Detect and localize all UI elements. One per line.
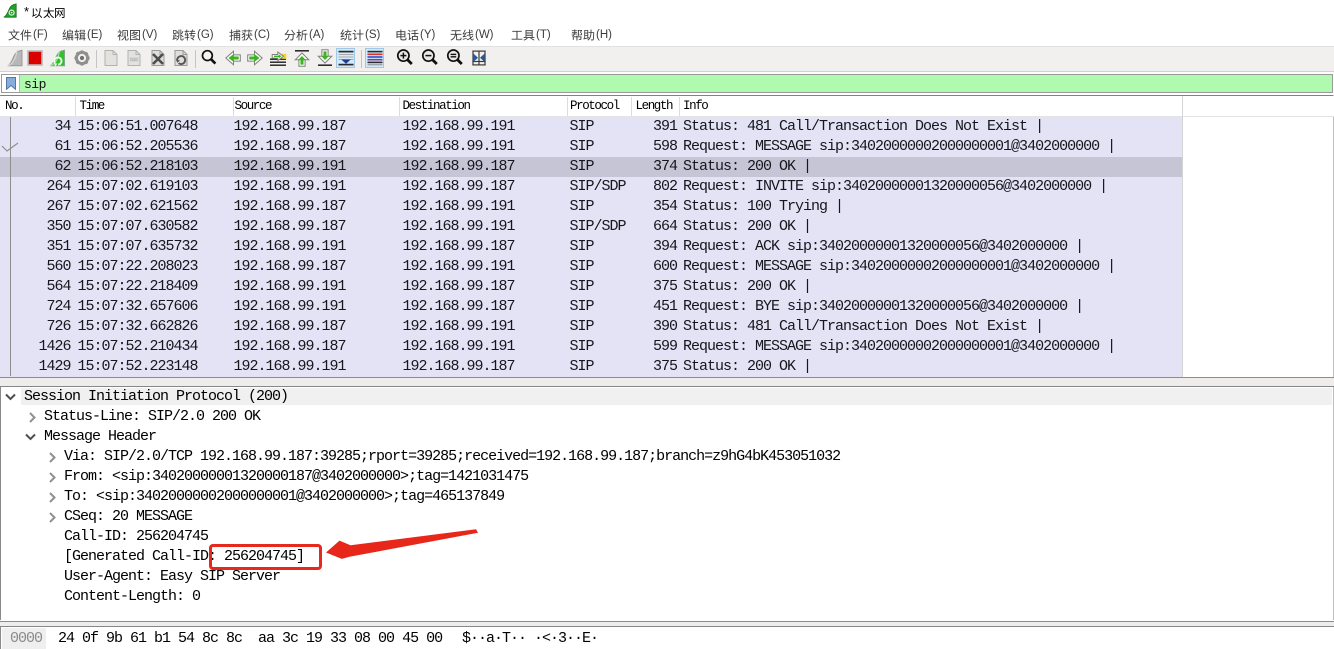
svg-text:010: 010 xyxy=(130,57,138,62)
